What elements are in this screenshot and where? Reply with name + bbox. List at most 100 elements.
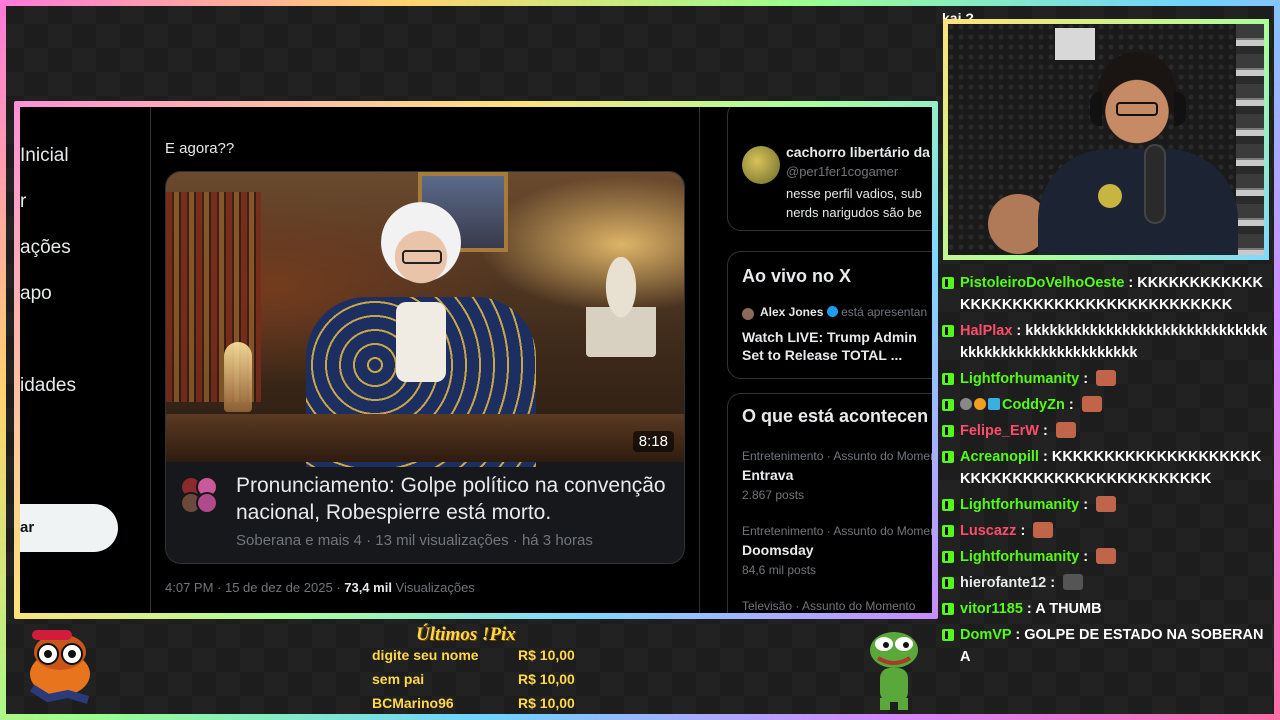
- left-navigation: Inicial r ações apo idades ar: [20, 107, 150, 613]
- profile-handle: @per1fer1cogamer: [786, 164, 899, 179]
- pix-name: digite seu nome: [372, 647, 479, 663]
- trend-count: 84,6 mil posts: [742, 563, 817, 577]
- pepe-emote-image: [870, 632, 918, 710]
- webcam-feed: [948, 24, 1264, 255]
- chat-message: vitor1185 : A THUMB: [940, 598, 1270, 620]
- avatar[interactable]: [742, 146, 780, 184]
- profile-card[interactable]: cachorro libertário da @per1fer1cogamer …: [727, 107, 932, 231]
- chat-separator: :: [1046, 575, 1060, 591]
- gift-badge-icon: [988, 398, 1000, 410]
- chat-message: PistoleiroDoVelhoOeste : KKKKKKKKKKKKKKK…: [940, 272, 1270, 316]
- nav-item-home[interactable]: Inicial: [20, 145, 69, 167]
- pix-name: BCMarino96: [372, 695, 454, 711]
- live-host-name: Alex Jones: [760, 305, 824, 319]
- shelf-image: [1236, 24, 1264, 255]
- trend-count: 2.867 posts: [742, 488, 805, 502]
- nav-item-grok[interactable]: apo: [20, 283, 52, 305]
- video-meta: Pronunciamento: Golpe político na conven…: [166, 462, 684, 563]
- kick-badge-icon: [942, 499, 954, 511]
- live-host-line[interactable]: Alex Jones está apresentan: [760, 305, 932, 319]
- chat-panel: PistoleiroDoVelhoOeste : KKKKKKKKKKKKKKK…: [940, 262, 1270, 720]
- emote-icon: [1063, 574, 1084, 590]
- live-title: Ao vivo no X: [742, 266, 852, 286]
- chat-username[interactable]: CoddyZn: [1002, 397, 1065, 413]
- video-stats: Soberana e mais 4 · 13 mil visualizações…: [236, 532, 593, 549]
- lamp-image: [224, 342, 252, 412]
- video-thumbnail[interactable]: 8:18: [166, 172, 684, 467]
- verified-icon: [826, 306, 838, 317]
- chat-username[interactable]: DomVP: [960, 627, 1011, 643]
- trend-context: Televisão · Assunto do Momento: [742, 599, 916, 613]
- post-button[interactable]: ar: [20, 504, 118, 552]
- pix-name: sem pai: [372, 671, 425, 687]
- kick-badge-icon: [942, 399, 954, 411]
- chat-message: Lightforhumanity :: [940, 368, 1270, 390]
- tweet-text: E agora??: [165, 140, 235, 157]
- nav-item-notifications[interactable]: ações: [20, 237, 71, 259]
- kick-badge-icon: [942, 551, 954, 563]
- sub-badge-icon: [974, 398, 986, 410]
- wall-poster: [1055, 28, 1095, 60]
- trend-context: Entretenimento · Assunto do Momen: [742, 449, 932, 463]
- chat-message: hierofante12 :: [940, 572, 1270, 594]
- tweet-detail: E agora?? 8:18 Pronunciamento: Golpe pol…: [150, 107, 700, 613]
- live-host-action: está apresentan: [841, 305, 928, 319]
- chat-separator: :: [1079, 549, 1093, 565]
- chat-message: HalPlax : kkkkkkkkkkkkkkkkkkkkkkkkkkkkkk…: [940, 320, 1270, 364]
- shirt-logo: [1098, 184, 1122, 208]
- trend-name[interactable]: Doomsday: [742, 542, 814, 558]
- chat-message: Felipe_ErW :: [940, 420, 1270, 442]
- chat-separator: :: [1012, 323, 1026, 339]
- pix-amount: R$ 10,00: [518, 647, 575, 663]
- chat-username[interactable]: hierofante12: [960, 575, 1046, 591]
- screen-capture-frame: Inicial r ações apo idades ar E agora??: [14, 101, 938, 619]
- kick-badge-icon: [942, 325, 954, 337]
- right-sidebar: cachorro libertário da @per1fer1cogamer …: [727, 107, 932, 613]
- microphone-shape: [1144, 144, 1166, 224]
- kick-badge-icon: [942, 451, 954, 463]
- view-label: Visualizações: [391, 580, 475, 595]
- tweet-timestamp: 4:07 PM · 15 de dez de 2025 · 73,4 mil V…: [165, 580, 475, 595]
- kick-badge-icon: [942, 603, 954, 615]
- pix-amount: R$ 10,00: [518, 695, 575, 711]
- streamer-body: [1038, 149, 1238, 255]
- live-card: Ao vivo no X Alex Jones está apresentan …: [727, 251, 932, 379]
- video-card[interactable]: 8:18 Pronunciamento: Golpe político na c…: [165, 171, 685, 564]
- trends-card: O que está acontecen Entretenimento · As…: [727, 393, 932, 613]
- chat-separator: :: [1011, 627, 1025, 643]
- bust-image: [586, 257, 656, 357]
- nav-item-explore[interactable]: r: [20, 191, 26, 213]
- chat-username[interactable]: Luscazz: [960, 523, 1016, 539]
- glasses-shape: [1116, 102, 1158, 116]
- chat-username[interactable]: Lightforhumanity: [960, 371, 1079, 387]
- emote-icon: [1096, 370, 1117, 386]
- chat-username[interactable]: Lightforhumanity: [960, 549, 1079, 565]
- pix-amount: R$ 10,00: [518, 671, 575, 687]
- pix-title: Últimos !Pix: [416, 624, 516, 645]
- emote-icon: [1096, 548, 1117, 564]
- video-title[interactable]: Pronunciamento: Golpe político na conven…: [236, 472, 670, 526]
- desk-image: [166, 414, 684, 462]
- chat-message: DomVP : GOLPE DE ESTADO NA SOBERANA: [940, 624, 1270, 668]
- chat-message: Luscazz :: [940, 520, 1270, 542]
- chat-username[interactable]: vitor1185: [960, 601, 1023, 617]
- chat-separator: :: [1079, 371, 1093, 387]
- mascot-image: [29, 630, 90, 704]
- jabot-shape: [396, 302, 446, 382]
- chat-separator: :: [1124, 275, 1138, 291]
- view-count: 73,4 mil: [344, 580, 392, 595]
- live-headline[interactable]: Watch LIVE: Trump Admin Set to Release T…: [742, 328, 932, 364]
- trend-name[interactable]: Entrava: [742, 467, 793, 483]
- nav-item-communities[interactable]: idades: [20, 375, 76, 397]
- chat-username[interactable]: HalPlax: [960, 323, 1012, 339]
- chat-username[interactable]: Acreanopill: [960, 449, 1039, 465]
- profile-name[interactable]: cachorro libertário da: [786, 144, 932, 160]
- chat-username[interactable]: Lightforhumanity: [960, 497, 1079, 513]
- emote-icon: [1081, 396, 1102, 412]
- webcam-frame: [943, 19, 1269, 260]
- kick-badge-icon: [942, 525, 954, 537]
- tweet-time[interactable]: 4:07 PM · 15 de dez de 2025 ·: [165, 580, 344, 595]
- chat-message: Lightforhumanity :: [940, 494, 1270, 516]
- chat-username[interactable]: PistoleiroDoVelhoOeste: [960, 275, 1124, 291]
- chat-username[interactable]: Felipe_ErW: [960, 423, 1039, 439]
